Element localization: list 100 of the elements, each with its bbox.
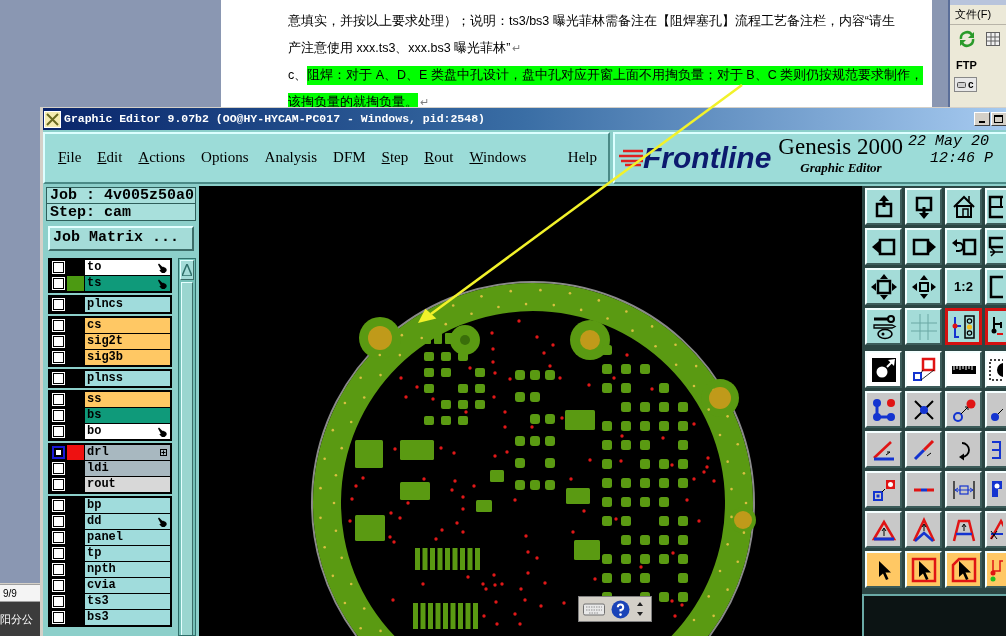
pin-pad [460,548,465,570]
layer-checkbox[interactable] [51,478,65,491]
dot-marker [350,497,354,501]
menu-item[interactable]: File [58,145,82,169]
layer-checkbox[interactable] [51,462,65,475]
layer-checkbox[interactable] [51,372,65,385]
grid-icon[interactable] [986,32,1000,46]
refresh-icon[interactable] [958,30,976,48]
layer-checkbox[interactable] [51,277,65,290]
dot-marker [500,582,504,586]
dot-marker [404,395,408,399]
layer-name[interactable]: to [85,260,170,275]
pin-pad [415,548,420,570]
box-icon[interactable] [988,273,1003,300]
layer-name[interactable]: bs [85,408,170,423]
dot-marker [503,410,507,414]
layer-checkbox[interactable] [51,446,65,459]
menu-item[interactable]: 文件(F) [955,6,992,23]
layer-name[interactable]: bs3 [85,610,170,625]
dot-marker [434,537,438,541]
dot-marker [619,459,623,463]
dot-marker [639,565,643,569]
menu-item[interactable]: Step [381,145,409,169]
menu-item[interactable]: Actions [138,145,186,169]
layer-checkbox[interactable] [51,547,65,560]
dot-marker [461,530,465,534]
help-icon[interactable] [611,599,630,619]
dot-marker [505,450,509,454]
layer-checkbox[interactable] [51,579,65,592]
menu-item[interactable]: Options [201,145,249,169]
menu-item[interactable]: Windows [469,145,527,169]
menu-item[interactable]: DFM [333,145,366,169]
product-subtitle: Graphic Editor [799,160,883,176]
layer-name[interactable]: plnss [85,371,170,386]
layer-name[interactable]: rout [85,477,170,492]
layer-checkbox[interactable] [51,393,65,406]
dot-marker [543,581,547,585]
layer-name[interactable]: cvia [85,578,170,593]
menu-item[interactable]: Edit [97,145,123,169]
layer-checkbox[interactable] [51,531,65,544]
paragraph-mark: ↵ [512,41,522,57]
layer-name[interactable]: cs [85,318,170,333]
layer-checkbox[interactable] [51,595,65,608]
keyboard-icon[interactable] [583,602,605,616]
layer-name[interactable]: ldi [85,461,170,476]
dot-marker [493,454,497,458]
window-panes-icon[interactable] [988,193,1003,220]
mounting-hole [368,326,392,350]
layer-name[interactable]: ss [85,392,170,407]
layer-checkbox[interactable] [51,611,65,624]
scroll-up-button[interactable] [180,260,194,280]
dot-marker [612,376,616,380]
dot-marker [406,501,410,505]
brand-logo: Frontline [643,141,772,175]
dot-marker [393,447,397,451]
layer-name[interactable]: npth [85,562,170,577]
dot-marker [530,425,534,429]
layer-name[interactable]: dd [85,514,170,529]
layer-checkbox[interactable] [51,425,65,438]
layer-name[interactable]: plncs [85,297,170,312]
dot-marker [587,383,591,387]
dot-marker [468,366,472,370]
dot-marker [422,477,426,481]
via-pad [450,325,480,355]
menu-item[interactable]: Rout [424,145,454,169]
menu-item[interactable]: Help [567,145,597,169]
pin-pad [473,603,478,629]
layer-checkbox[interactable] [51,515,65,528]
toolbar-button[interactable]: c [954,77,977,92]
pin-pad [422,548,428,570]
dot-marker [571,530,575,534]
layer-checkbox[interactable] [51,563,65,576]
layer-name[interactable]: sig2t [85,334,170,349]
layer-checkbox[interactable] [51,351,65,364]
pin-pad [428,603,433,629]
menu-item[interactable]: Analysis [264,145,318,169]
maximize-button[interactable] [991,112,1006,126]
layer-name[interactable]: ts3 [85,594,170,609]
layer-name[interactable]: sig3b [85,350,170,365]
layer-checkbox[interactable] [51,298,65,311]
dot-marker [535,556,539,560]
layer-name[interactable]: bp [85,498,170,513]
layer-name[interactable]: bo [85,424,170,439]
tool-button[interactable] [985,308,1006,345]
tool-button[interactable]: 1:2 [945,268,982,305]
layer-checkbox[interactable] [51,499,65,512]
window-title: 阳分公 [0,611,33,627]
job-matrix-button[interactable]: Job Matrix ... [48,226,194,251]
layer-checkbox[interactable] [51,261,65,274]
layer-name[interactable]: panel [85,530,170,545]
mounting-hole [734,511,752,529]
layer-checkbox[interactable] [51,409,65,422]
layer-name[interactable]: ts [85,276,170,291]
dot-marker [582,509,586,513]
layer-checkbox[interactable] [51,335,65,348]
minimize-button[interactable] [974,112,990,126]
layer-checkbox[interactable] [51,319,65,332]
updown-caret-icon[interactable] [636,601,644,617]
layer-name[interactable]: drl [85,445,170,460]
layer-name[interactable]: tp [85,546,170,561]
